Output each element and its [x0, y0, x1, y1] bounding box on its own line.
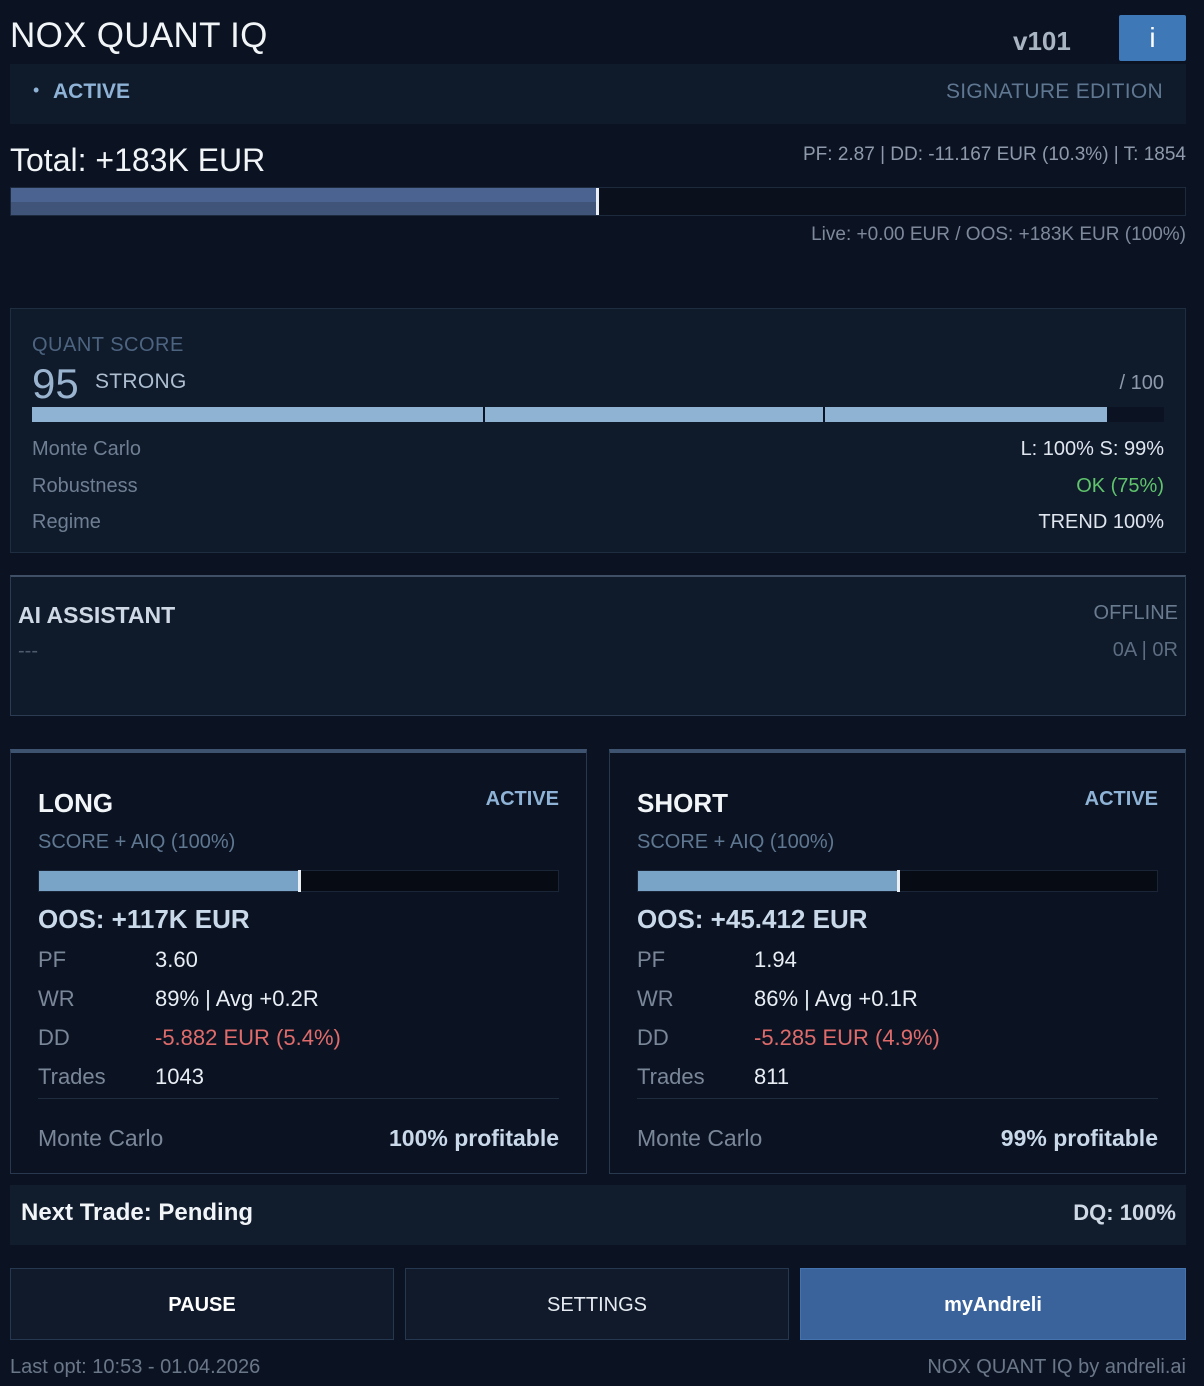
ai-assistant-title: AI ASSISTANT — [18, 602, 176, 628]
metric-value-robustness: OK (75%) — [1076, 475, 1164, 497]
metric-value-monte-carlo: L: 100% S: 99% — [1020, 438, 1164, 460]
long-wr-value: 89% | Avg +0.2R — [155, 986, 319, 1011]
long-wr-label: WR — [38, 986, 75, 1011]
short-dd-label: DD — [637, 1025, 669, 1050]
settings-button[interactable]: SETTINGS — [405, 1268, 789, 1340]
last-optimization: Last opt: 10:53 - 01.04.2026 — [10, 1356, 261, 1378]
ai-assistant-status: OFFLINE — [1093, 602, 1178, 624]
quant-score-title: QUANT SCORE — [32, 334, 184, 356]
long-progress-marker — [298, 870, 301, 892]
total-profit: Total: +183K EUR — [10, 142, 266, 178]
total-progress-marker — [596, 188, 599, 215]
quant-score-segment — [825, 407, 1108, 422]
short-wr-label: WR — [637, 986, 674, 1011]
long-pf-value: 3.60 — [155, 947, 198, 972]
version-label: v101 — [1013, 26, 1071, 56]
my-andreli-button[interactable]: myAndreli — [800, 1268, 1186, 1340]
long-monte-carlo-label: Monte Carlo — [38, 1125, 164, 1151]
short-divider — [637, 1098, 1158, 1099]
short-wr-value: 86% | Avg +0.1R — [754, 986, 918, 1011]
short-trades-value: 811 — [754, 1064, 790, 1089]
pause-button[interactable]: PAUSE — [10, 1268, 394, 1340]
quant-score-grade: STRONG — [95, 370, 187, 393]
status-dot-icon: • — [33, 80, 40, 100]
short-state: ACTIVE — [1084, 788, 1158, 810]
short-pf-value: 1.94 — [754, 947, 797, 972]
metric-label-monte-carlo: Monte Carlo — [32, 438, 141, 460]
info-button[interactable]: i — [1119, 15, 1186, 61]
long-dd-value: -5.882 EUR (5.4%) — [155, 1025, 341, 1050]
short-dd-value: -5.285 EUR (4.9%) — [754, 1025, 940, 1050]
metric-label-robustness: Robustness — [32, 475, 138, 497]
short-progress-marker — [897, 870, 900, 892]
long-progress-fill — [39, 871, 299, 891]
long-trades-label: Trades — [38, 1064, 106, 1089]
short-monte-carlo-value: 99% profitable — [1000, 1125, 1158, 1151]
short-pf-label: PF — [637, 947, 666, 972]
next-trade-status: Next Trade: Pending — [21, 1199, 254, 1226]
long-title: LONG — [38, 788, 114, 818]
short-subtitle: SCORE + AIQ (100%) — [637, 831, 835, 853]
ai-assistant-panel — [10, 575, 1186, 716]
quant-score-panel — [10, 308, 1186, 553]
quant-score-max: / 100 — [1119, 372, 1164, 394]
short-monte-carlo-label: Monte Carlo — [637, 1125, 763, 1151]
long-monte-carlo-value: 100% profitable — [389, 1125, 559, 1151]
quant-score-value: 95 — [32, 360, 79, 407]
long-trades-value: 1043 — [155, 1064, 204, 1089]
long-divider — [38, 1098, 559, 1099]
long-subtitle: SCORE + AIQ (100%) — [38, 831, 236, 853]
app-title: NOX QUANT IQ — [10, 16, 268, 55]
live-oos-stats: Live: +0.00 EUR / OOS: +183K EUR (100%) — [811, 224, 1186, 245]
total-progress-highlight — [11, 188, 598, 202]
long-dd-label: DD — [38, 1025, 70, 1050]
total-stats: PF: 2.87 | DD: -11.167 EUR (10.3%) | T: … — [802, 144, 1186, 165]
ai-assistant-message: --- — [18, 640, 38, 662]
short-progress-fill — [638, 871, 898, 891]
quant-score-segment — [32, 407, 483, 422]
quant-score-segment — [485, 407, 823, 422]
short-title: SHORT — [637, 788, 728, 818]
edition-label: SIGNATURE EDITION — [945, 80, 1163, 103]
short-trades-label: Trades — [637, 1064, 705, 1089]
status-label: ACTIVE — [53, 80, 131, 103]
ai-assistant-counts: 0A | 0R — [1112, 639, 1178, 661]
metric-value-regime: TREND 100% — [1038, 511, 1164, 533]
data-quality: DQ: 100% — [1073, 1200, 1176, 1225]
short-oos: OOS: +45.412 EUR — [637, 904, 868, 934]
long-pf-label: PF — [38, 947, 67, 972]
metric-label-regime: Regime — [32, 511, 101, 533]
long-oos: OOS: +117K EUR — [38, 904, 250, 934]
footer-brand: NOX QUANT IQ by andreli.ai — [927, 1356, 1186, 1378]
long-state: ACTIVE — [485, 788, 559, 810]
